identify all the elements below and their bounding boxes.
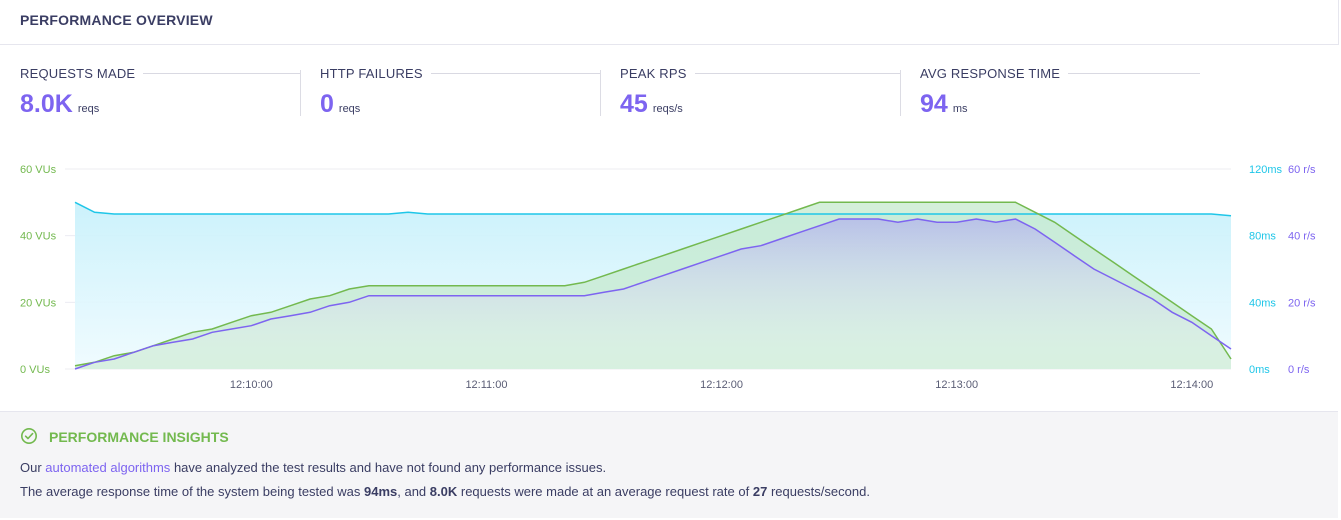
insights-detail: The average response time of the system …: [20, 484, 870, 499]
x-axis-tick-label: 12:11:00: [465, 379, 507, 391]
check-circle-icon: [21, 428, 37, 444]
insights-text: , and: [397, 484, 427, 499]
insights-avg-response: 94ms: [363, 484, 398, 499]
stat-value: 8.0K reqs: [20, 90, 99, 119]
performance-chart: 0 VUs 20 VUs 40 VUs 60 VUs 0ms 40ms 80ms 120ms 0…: [20, 164, 1316, 391]
stat-number: 8.0K: [20, 90, 73, 118]
chart-areas: [75, 202, 1231, 369]
right-axis-rps-tick-label: 20 r/s: [1288, 297, 1316, 309]
insights-summary: Our automated algorithms have analyzed t…: [20, 460, 606, 475]
right-axis-rps-tick-label: 40 r/s: [1288, 231, 1316, 243]
stat-divider: [600, 70, 601, 116]
right-axis-ms-tick-label: 40ms: [1249, 297, 1276, 309]
insights-text: The average response time of the system …: [20, 484, 361, 499]
left-axis-tick-label: 20 VUs: [20, 297, 57, 309]
x-axis-tick-label: 12:13:00: [935, 379, 978, 391]
insights-text: have analyzed the test results and have …: [173, 460, 607, 475]
stat-value: 94 ms: [920, 90, 967, 119]
stat-number: 45: [620, 90, 648, 118]
performance-insights: PERFORMANCE INSIGHTS Our automated algor…: [0, 411, 1338, 518]
left-axis-tick-label: 60 VUs: [20, 164, 57, 176]
stat-number: 94: [920, 90, 948, 118]
x-axis-tick-label: 12:14:00: [1170, 379, 1213, 391]
automated-algorithms-link[interactable]: automated algorithms: [45, 460, 170, 475]
stat-avg-response-time: AVG RESPONSE TIME 94 ms: [920, 66, 1200, 118]
insights-rate: 27: [752, 484, 768, 499]
stat-divider: [900, 70, 901, 116]
right-axis-ms-tick-label: 80ms: [1249, 231, 1276, 243]
insights-text: requests/second.: [770, 484, 870, 499]
stat-unit: reqs/s: [652, 103, 683, 115]
stat-label: PEAK RPS: [620, 66, 695, 81]
panel-header: PERFORMANCE OVERVIEW: [0, 0, 1339, 45]
stat-label: REQUESTS MADE: [20, 66, 144, 81]
stat-unit: reqs: [338, 103, 361, 115]
right-axis-ms-tick-label: 120ms: [1249, 164, 1283, 176]
right-axis-ms-tick-label: 0ms: [1249, 364, 1270, 376]
stat-label: AVG RESPONSE TIME: [920, 66, 1069, 81]
stat-label: HTTP FAILURES: [320, 66, 431, 81]
left-axis-tick-label: 0 VUs: [20, 364, 50, 376]
stat-unit: reqs: [77, 103, 100, 115]
insights-text: requests were made at an average request…: [460, 484, 750, 499]
x-axis-tick-label: 12:12:00: [700, 379, 743, 391]
right-axis-rps-tick-label: 60 r/s: [1288, 164, 1316, 176]
stat-divider: [300, 70, 301, 116]
stat-unit: ms: [952, 103, 968, 115]
stat-number: 0: [320, 90, 334, 118]
performance-overview-panel: PERFORMANCE OVERVIEW REQUESTS MADE 8.0K r…: [0, 0, 1341, 520]
insights-title: PERFORMANCE INSIGHTS: [49, 429, 229, 445]
x-axis-tick-label: 12:10:00: [230, 379, 273, 391]
stat-requests-made: REQUESTS MADE 8.0K reqs: [20, 66, 300, 118]
stat-peak-rps: PEAK RPS 45 reqs/s: [620, 66, 900, 118]
right-axis-rps-tick-label: 0 r/s: [1288, 364, 1310, 376]
panel-title: PERFORMANCE OVERVIEW: [20, 12, 213, 28]
stat-http-failures: HTTP FAILURES 0 reqs: [320, 66, 600, 118]
response-time-line: [74, 201, 1232, 217]
stat-value: 0 reqs: [320, 90, 360, 119]
insights-text: Our: [20, 460, 42, 475]
insights-requests: 8.0K: [429, 484, 458, 499]
stat-value: 45 reqs/s: [620, 90, 683, 119]
left-axis-tick-label: 40 VUs: [20, 231, 57, 243]
